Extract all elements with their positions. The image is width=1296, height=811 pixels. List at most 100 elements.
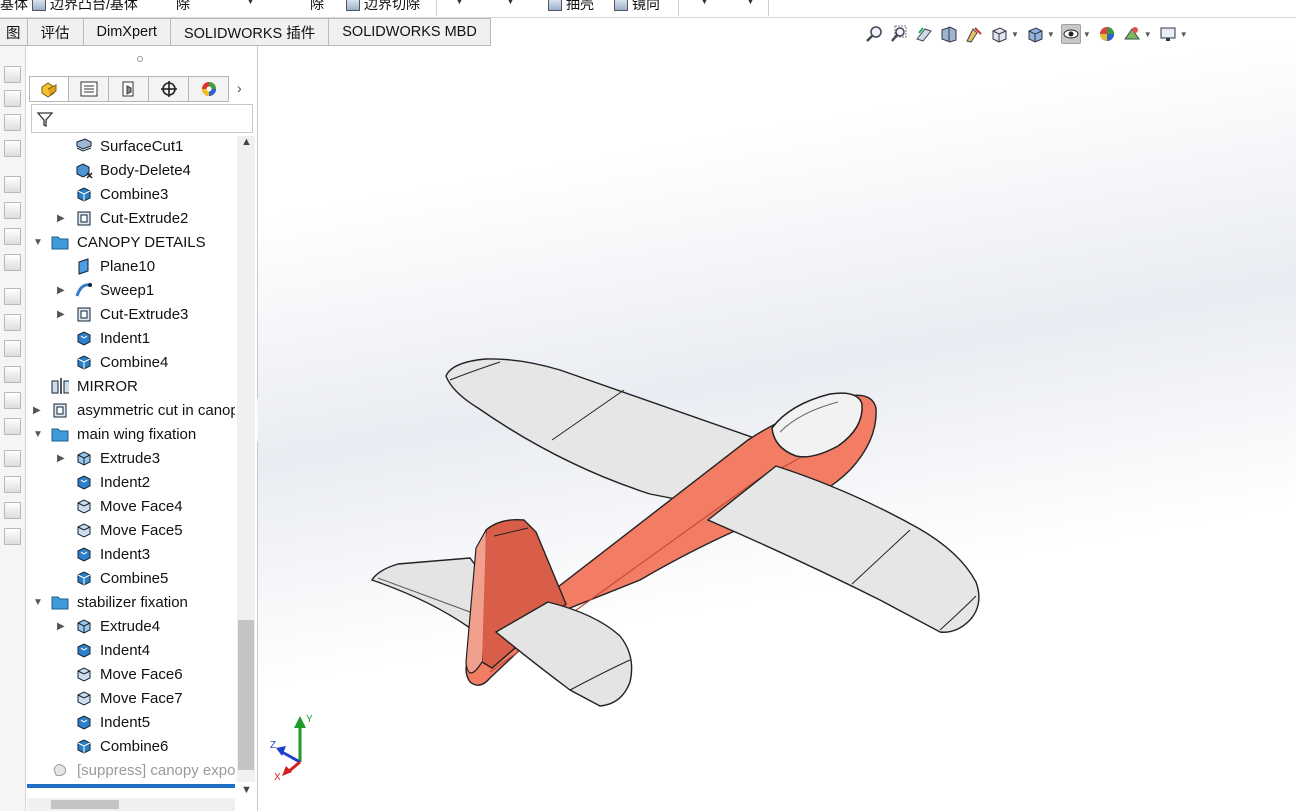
panel-grip-handle[interactable] — [137, 56, 143, 62]
tree-vertical-scrollbar[interactable]: ▲ — [237, 136, 255, 782]
graphics-area[interactable]: Y Z X — [258, 46, 1296, 811]
tree-item[interactable]: Move Face7 — [27, 686, 235, 710]
expand-arrow-icon[interactable]: ▶ — [33, 405, 41, 416]
feature-tool-icon[interactable] — [4, 418, 21, 435]
feature-tool-icon[interactable] — [4, 176, 21, 193]
feature-tool-icon[interactable] — [4, 502, 21, 519]
tree-item[interactable]: ▶ Cut-Extrude3 — [27, 302, 235, 326]
property-manager-tab[interactable] — [69, 76, 109, 102]
tree-item[interactable]: Combine6 — [27, 734, 235, 758]
tree-item[interactable]: Combine3 — [27, 182, 235, 206]
display-style-icon[interactable] — [1025, 24, 1045, 44]
tree-item[interactable]: Body-Delete4 — [27, 158, 235, 182]
zoom-to-fit-icon[interactable] — [864, 24, 884, 44]
tab-solidworks-addins[interactable]: SOLIDWORKS 插件 — [170, 18, 330, 46]
configuration-manager-tab[interactable] — [109, 76, 149, 102]
ribbon-dropdown-3[interactable]: ▼ — [506, 0, 515, 6]
scroll-thumb[interactable] — [238, 620, 254, 770]
feature-tool-icon[interactable] — [4, 314, 21, 331]
tab-sketch[interactable]: 图 — [0, 18, 28, 46]
collapse-arrow-icon[interactable]: ▼ — [33, 597, 43, 608]
section-view-icon[interactable] — [939, 24, 959, 44]
tree-item[interactable]: Combine5 — [27, 566, 235, 590]
tree-item[interactable]: Indent3 — [27, 542, 235, 566]
ribbon-fragment[interactable]: 基体 — [0, 0, 28, 14]
tree-item[interactable]: Move Face6 — [27, 662, 235, 686]
dimxpert-manager-tab[interactable] — [149, 76, 189, 102]
tree-item[interactable]: SurfaceCut1 — [27, 134, 235, 158]
apply-scene-icon[interactable] — [1122, 24, 1142, 44]
apply-scene-caret[interactable]: ▼ — [1144, 30, 1152, 39]
tree-item[interactable]: Move Face4 — [27, 494, 235, 518]
horizontal-scroll-thumb[interactable] — [51, 800, 119, 809]
feature-tree-tab[interactable] — [29, 76, 69, 102]
previous-view-icon[interactable] — [914, 24, 934, 44]
airplane-model[interactable] — [258, 46, 1296, 811]
mirror-button[interactable]: 镜向 — [614, 0, 660, 14]
feature-tool-icon[interactable] — [4, 114, 21, 131]
tab-evaluate[interactable]: 评估 — [27, 18, 84, 46]
tree-item[interactable]: ▼ main wing fixation — [27, 422, 235, 446]
display-manager-tab[interactable] — [189, 76, 229, 102]
tree-item[interactable]: Move Face5 — [27, 518, 235, 542]
feature-tool-icon[interactable] — [4, 228, 21, 245]
display-style-caret[interactable]: ▼ — [1047, 30, 1055, 39]
feature-tool-icon[interactable] — [4, 202, 21, 219]
boundary-cut-button[interactable]: 边界切除 — [346, 0, 420, 14]
tree-item[interactable]: ▶ Extrude3 — [27, 446, 235, 470]
expand-arrow-icon[interactable]: ▶ — [57, 213, 65, 224]
feature-tool-icon[interactable] — [4, 254, 21, 271]
tree-item[interactable]: ▶ asymmetric cut in canopy — [27, 398, 235, 422]
expand-arrow-icon[interactable]: ▶ — [57, 453, 65, 464]
tabs-scroll-right-icon[interactable]: › — [237, 80, 242, 96]
tree-item[interactable]: Indent4 — [27, 638, 235, 662]
tree-item[interactable]: Indent2 — [27, 470, 235, 494]
tree-item[interactable]: ▼ stabilizer fixation — [27, 590, 235, 614]
reference-triad[interactable]: Y Z X — [270, 710, 324, 780]
ribbon-item-3[interactable]: 除 — [310, 0, 324, 14]
boundary-boss-button[interactable]: 边界凸台/基体 — [32, 0, 138, 14]
tree-item[interactable]: Indent5 — [27, 710, 235, 734]
zoom-to-area-icon[interactable] — [889, 24, 909, 44]
tree-item[interactable]: [suppress] canopy export — [27, 758, 235, 782]
scroll-up-icon[interactable]: ▲ — [241, 136, 252, 148]
feature-tool-icon[interactable] — [4, 450, 21, 467]
ribbon-dropdown-1[interactable]: ▼ — [246, 0, 255, 6]
tree-horizontal-scrollbar[interactable] — [27, 798, 235, 811]
tree-item[interactable]: ▼ CANOPY DETAILS — [27, 230, 235, 254]
edit-appearance-icon[interactable] — [1097, 24, 1117, 44]
main-wing-right[interactable] — [706, 465, 980, 633]
tree-item[interactable]: MIRROR — [27, 374, 235, 398]
tab-solidworks-mbd[interactable]: SOLIDWORKS MBD — [329, 18, 491, 46]
shell-button[interactable]: 抽壳 — [548, 0, 594, 14]
ribbon-dropdown-5[interactable]: ▼ — [746, 0, 755, 6]
dynamic-annotation-icon[interactable] — [964, 24, 984, 44]
tree-item[interactable]: ▶ Cut-Extrude2 — [27, 206, 235, 230]
feature-tool-icon[interactable] — [4, 366, 21, 383]
feature-tool-icon[interactable] — [4, 392, 21, 409]
collapse-arrow-icon[interactable]: ▼ — [33, 237, 43, 248]
feature-tool-icon[interactable] — [4, 288, 21, 305]
ribbon-dropdown-4[interactable]: ▼ — [700, 0, 709, 6]
feature-tool-icon[interactable] — [4, 66, 21, 83]
ribbon-dropdown-2[interactable]: ▼ — [455, 0, 464, 6]
feature-tool-icon[interactable] — [4, 340, 21, 357]
scroll-down-icon[interactable]: ▼ — [241, 784, 252, 796]
collapse-arrow-icon[interactable]: ▼ — [33, 429, 43, 440]
view-orientation-caret[interactable]: ▼ — [1011, 30, 1019, 39]
feature-tool-icon[interactable] — [4, 476, 21, 493]
feature-tool-icon[interactable] — [4, 528, 21, 545]
hide-show-items-icon[interactable] — [1060, 24, 1081, 44]
feature-tool-icon[interactable] — [4, 90, 21, 107]
view-settings-icon[interactable] — [1158, 24, 1178, 44]
ribbon-item-2[interactable]: 除 — [176, 0, 190, 14]
tree-filter[interactable] — [31, 104, 253, 133]
expand-arrow-icon[interactable]: ▶ — [57, 285, 65, 296]
tree-item[interactable]: Combine4 — [27, 350, 235, 374]
view-settings-caret[interactable]: ▼ — [1180, 30, 1188, 39]
hide-show-caret[interactable]: ▼ — [1083, 30, 1091, 39]
tab-dimxpert[interactable]: DimXpert — [83, 18, 171, 46]
tree-item[interactable]: Indent1 — [27, 326, 235, 350]
tree-item[interactable]: Plane10 — [27, 254, 235, 278]
tree-item[interactable]: ▶ Sweep1 — [27, 278, 235, 302]
